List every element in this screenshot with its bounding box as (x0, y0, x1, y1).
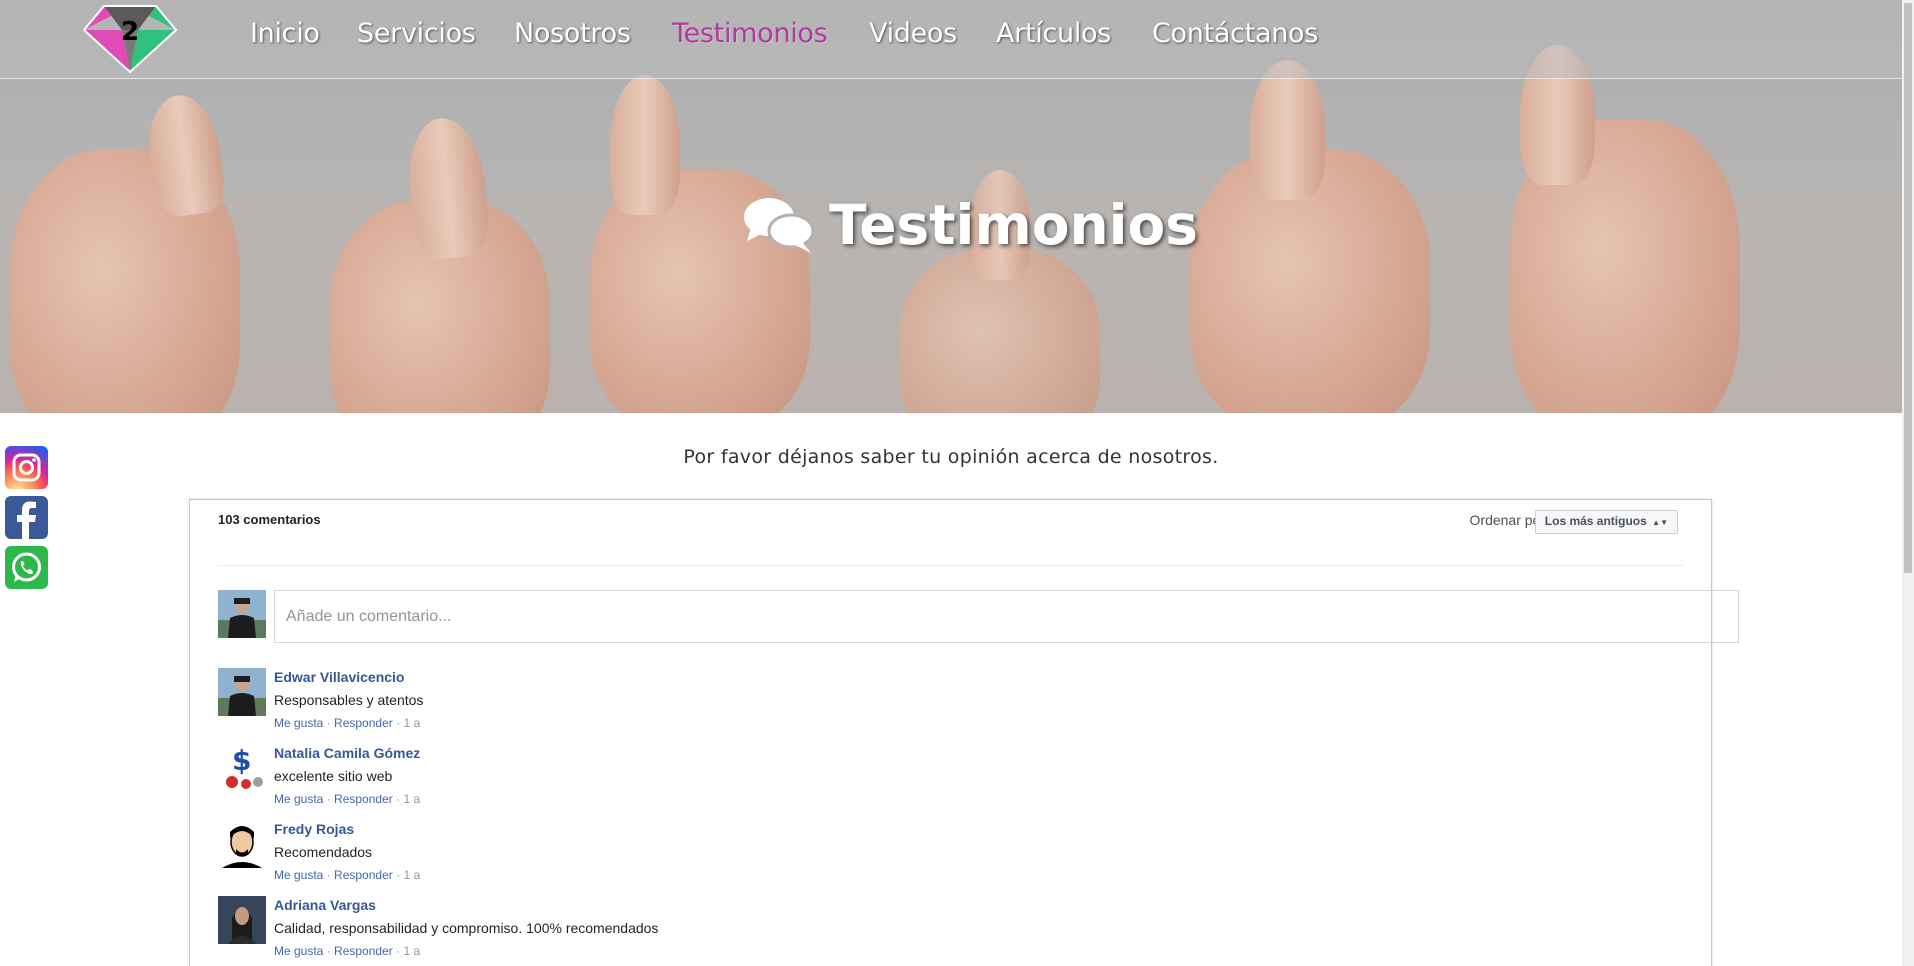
top-navbar: 2 Inicio Servicios Nosotros Testimonios … (0, 0, 1902, 79)
comment-count: 103 comentarios (218, 512, 321, 527)
order-select-value: Los más antiguos (1544, 514, 1647, 528)
comment-author[interactable]: Edwar Villavicencio (274, 669, 404, 685)
current-user-avatar (218, 590, 266, 638)
like-link[interactable]: Me gusta (274, 868, 323, 882)
svg-text:$: $ (232, 744, 251, 777)
intro-text: Por favor déjanos saber tu opinión acerc… (683, 446, 1219, 468)
page-scrollbar[interactable] (1902, 0, 1914, 966)
hero-banner: 2 Inicio Servicios Nosotros Testimonios … (0, 0, 1902, 413)
nav-nosotros[interactable]: Nosotros (514, 18, 631, 49)
comment-author[interactable]: Fredy Rojas (274, 821, 354, 837)
comment-time[interactable]: 1 a (403, 944, 420, 958)
divider (218, 565, 1683, 566)
comment-time[interactable]: 1 a (403, 868, 420, 882)
facebook-icon[interactable] (5, 496, 48, 539)
comment-actions: Me gusta · Responder · 1 a (274, 944, 420, 958)
separator: · (396, 716, 401, 730)
whatsapp-icon[interactable] (5, 546, 48, 589)
nav-articulos[interactable]: Artículos (996, 18, 1111, 49)
separator: · (326, 944, 331, 958)
nav-videos[interactable]: Videos (869, 18, 957, 49)
comment-author[interactable]: Natalia Camila Gómez (274, 745, 420, 761)
order-select[interactable]: Los más antiguos ▲▼ (1534, 510, 1678, 534)
comment-text: Calidad, responsabilidad y compromiso. 1… (274, 920, 659, 936)
separator: · (326, 716, 331, 730)
nav-contactanos[interactable]: Contáctanos (1152, 18, 1318, 49)
separator: · (396, 868, 401, 882)
comment-actions: Me gusta · Responder · 1 a (274, 868, 420, 882)
comments-icon (744, 198, 815, 253)
separator: · (326, 868, 331, 882)
page: 2 Inicio Servicios Nosotros Testimonios … (0, 0, 1914, 966)
comment-avatar[interactable] (218, 668, 266, 716)
page-title: Testimonios (743, 190, 1198, 260)
like-link[interactable]: Me gusta (274, 716, 323, 730)
nav-servicios[interactable]: Servicios (357, 18, 476, 49)
site-logo[interactable]: 2 (82, 4, 178, 74)
comment-avatar[interactable] (218, 820, 266, 868)
comments-plugin: 103 comentarios Ordenar por Los más anti… (189, 499, 1739, 966)
scrollbar-thumb[interactable] (1904, 3, 1912, 573)
svg-text:2: 2 (121, 17, 139, 47)
nav-inicio[interactable]: Inicio (250, 18, 320, 49)
comment-avatar[interactable]: $ (218, 744, 266, 792)
comment-input[interactable]: Añade un comentario... (274, 590, 1739, 643)
reply-link[interactable]: Responder (334, 716, 393, 730)
like-link[interactable]: Me gusta (274, 792, 323, 806)
order-label: Ordenar por (1469, 512, 1545, 528)
select-arrows-icon: ▲▼ (1652, 518, 1668, 527)
nav-testimonios[interactable]: Testimonios (672, 18, 828, 49)
comment-text: excelente sitio web (274, 768, 393, 784)
comment-author[interactable]: Adriana Vargas (274, 897, 376, 913)
separator: · (326, 792, 331, 806)
comment-text: Responsables y atentos (274, 692, 424, 708)
page-title-text: Testimonios (829, 193, 1199, 257)
comment-time[interactable]: 1 a (403, 716, 420, 730)
comment-time[interactable]: 1 a (403, 792, 420, 806)
comment-text: Recomendados (274, 844, 373, 860)
comment-actions: Me gusta · Responder · 1 a (274, 792, 420, 806)
separator: · (396, 944, 401, 958)
like-link[interactable]: Me gusta (274, 944, 323, 958)
comment-actions: Me gusta · Responder · 1 a (274, 716, 420, 730)
comment-avatar[interactable] (218, 896, 266, 944)
reply-link[interactable]: Responder (334, 792, 393, 806)
separator: · (396, 792, 401, 806)
reply-link[interactable]: Responder (334, 944, 393, 958)
reply-link[interactable]: Responder (334, 868, 393, 882)
